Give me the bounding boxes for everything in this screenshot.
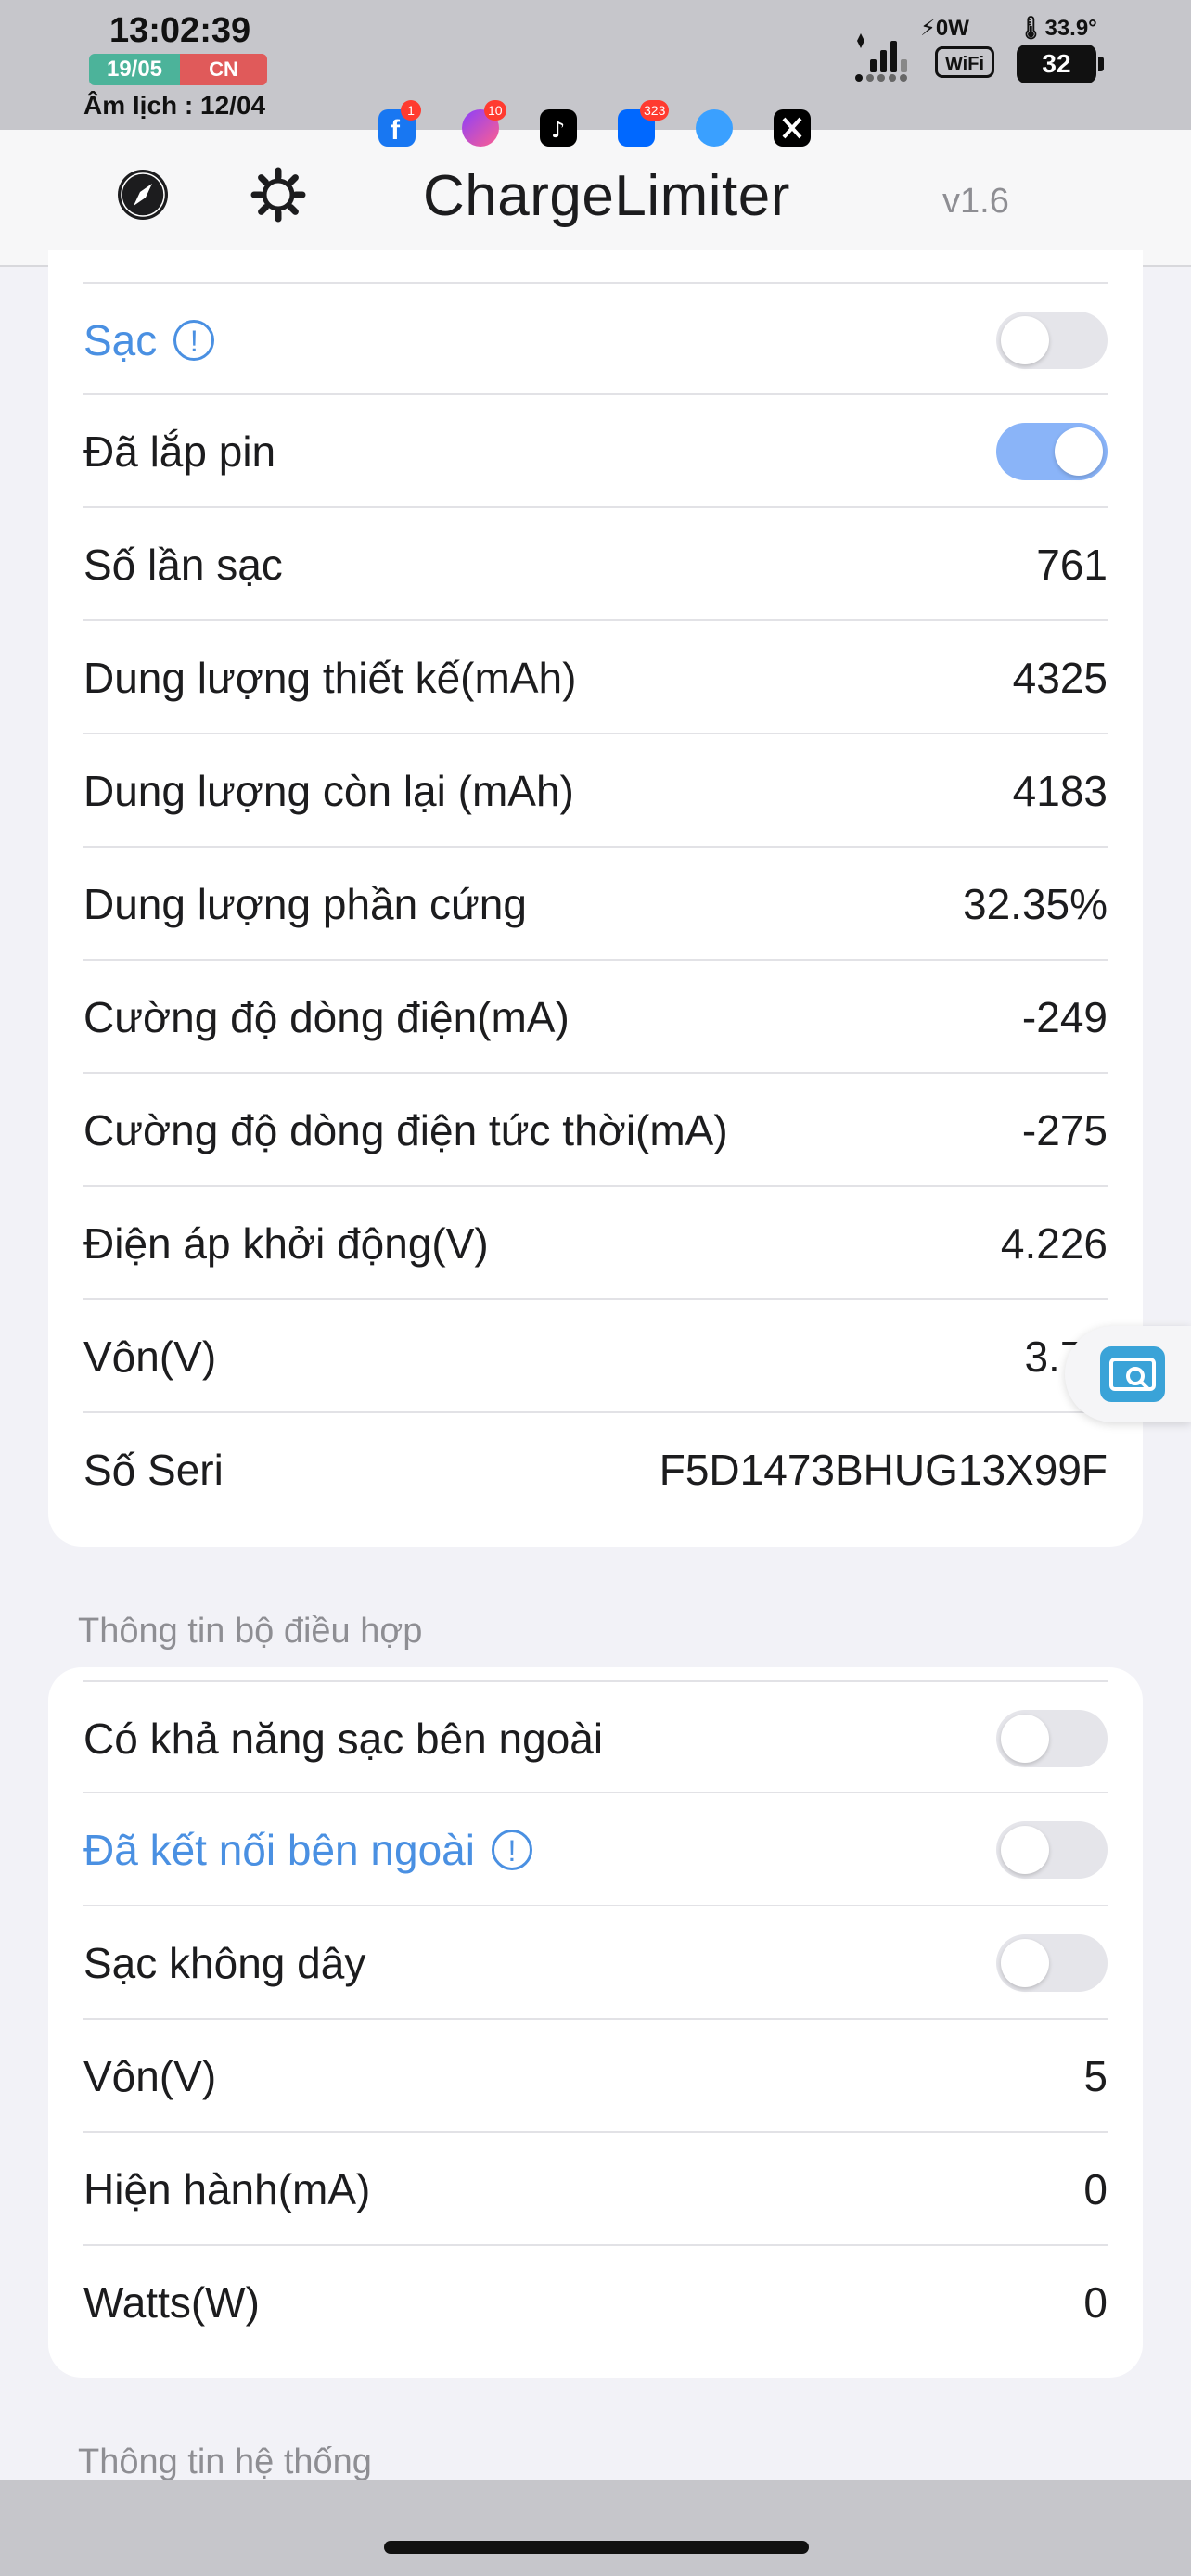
adapter-info-card: Có khả năng sạc bên ngoài Đã kết nối bên… [48,1667,1143,2378]
wireless-charging-toggle[interactable] [996,1934,1108,1992]
battery-tip [1098,57,1104,71]
battery-icon: 32 [1017,45,1096,83]
adapter-watts-label: Watts(W) [83,2278,260,2327]
row-cycle-count: Số lần sạc 761 [83,508,1108,621]
cycle-count-label: Số lần sạc [83,541,283,589]
remaining-capacity-value: 4183 [1012,767,1108,815]
row-hardware-capacity: Dung lượng phần cứng 32.35% [83,848,1108,961]
row-adapter-voltage: Vôn(V) 5 [83,2020,1108,2133]
status-date: 19/05 [89,54,180,85]
hardware-capacity-label: Dung lượng phần cứng [83,880,527,928]
row-adapter-watts: Watts(W) 0 [83,2246,1108,2359]
adapter-watts-value: 0 [1083,2278,1108,2327]
temperature-readout: 🌡33.9° [1017,16,1097,41]
row-wireless-charging: Sạc không dây [83,1906,1108,2020]
info-icon[interactable]: ! [173,319,215,361]
home-indicator[interactable] [384,2541,809,2554]
hardware-capacity-value: 32.35% [962,880,1108,928]
row-external-charge-capable: Có khả năng sạc bên ngoài [83,1680,1108,1793]
status-day: CN [180,54,267,85]
adapter-voltage-label: Vôn(V) [83,2052,217,2100]
adapter-section-header: Thông tin bộ điều hợp [78,1612,423,1651]
charging-label: Sạc! [83,284,215,397]
bottom-bar [0,2480,1191,2576]
row-instant-current: Cường độ dòng điện tức thời(mA) -275 [83,1074,1108,1187]
status-time: 13:02:39 [109,11,251,50]
status-lunar-date: Âm lịch : 12/04 [83,91,266,120]
boot-voltage-label: Điện áp khởi động(V) [83,1219,489,1268]
info-icon[interactable]: ! [491,1829,532,1870]
row-external-connected: Đã kết nối bên ngoài! [83,1793,1108,1906]
current-label: Cường độ dòng điện(mA) [83,993,570,1041]
messenger-badge: 10 [484,100,506,121]
adapter-current-value: 0 [1083,2165,1108,2213]
zalo-icon[interactable]: 323 [618,100,670,147]
serial-label: Số Seri [83,1446,224,1494]
cycle-count-value: 761 [1036,541,1108,589]
row-adapter-current: Hiện hành(mA) 0 [83,2133,1108,2246]
adapter-current-label: Hiện hành(mA) [83,2165,371,2213]
screenshot-icon [1100,1346,1165,1402]
instant-current-label: Cường độ dòng điện tức thời(mA) [83,1106,728,1154]
wireless-charging-label: Sạc không dây [83,1939,366,1987]
adapter-voltage-value: 5 [1083,2052,1108,2100]
remaining-capacity-label: Dung lượng còn lại (mAh) [83,767,574,815]
compass-icon[interactable] [115,167,171,223]
battery-installed-toggle[interactable] [996,423,1108,480]
row-remaining-capacity: Dung lượng còn lại (mAh) 4183 [83,734,1108,848]
row-current: Cường độ dòng điện(mA) -249 [83,961,1108,1074]
serial-value: F5D1473BHUG13X99F [659,1446,1108,1494]
boot-voltage-value: 4.226 [1000,1219,1108,1268]
tiktok-icon[interactable]: ♪ [540,109,577,147]
row-serial: Số Seri F5D1473BHUG13X99F [83,1413,1108,1526]
voltage-label: Vôn(V) [83,1333,217,1381]
instant-current-value: -275 [1021,1106,1108,1154]
svg-text:♪: ♪ [551,117,565,143]
svg-text:f: f [391,115,401,146]
app-title: ChargeLimiter [423,164,790,228]
charging-toggle[interactable] [996,312,1108,369]
zalo-badge: 323 [640,100,670,121]
row-boot-voltage: Điện áp khởi động(V) 4.226 [83,1187,1108,1300]
floating-screenshot-button[interactable] [1065,1326,1191,1422]
messenger-icon[interactable]: 10 [462,100,506,147]
safari-icon[interactable] [696,109,733,147]
external-connected-label: Đã kết nối bên ngoài! [83,1793,532,1906]
external-charge-capable-label: Có khả năng sạc bên ngoài [83,1715,604,1763]
facebook-badge: 1 [401,100,421,121]
cellular-signal-icon [855,33,907,82]
app-version: v1.6 [942,182,1009,221]
external-charge-capable-toggle[interactable] [996,1710,1108,1767]
row-charging: Sạc! [83,282,1108,395]
facebook-icon[interactable]: f 1 [378,100,421,147]
row-design-capacity: Dung lượng thiết kế(mAh) 4325 [83,621,1108,734]
system-section-header: Thông tin hệ thống [78,2442,372,2481]
design-capacity-label: Dung lượng thiết kế(mAh) [83,654,577,702]
power-readout: ⚡0W [920,16,969,41]
notification-app-icons: f 1 10 ♪ 323 [378,100,824,156]
x-icon[interactable] [774,109,811,147]
battery-installed-label: Đã lắp pin [83,427,276,476]
gear-icon[interactable] [250,167,306,223]
external-connected-toggle[interactable] [996,1821,1108,1879]
current-value: -249 [1021,993,1108,1041]
row-voltage: Vôn(V) 3.77 [83,1300,1108,1413]
design-capacity-value: 4325 [1012,654,1108,702]
battery-info-card: Sạc! Đã lắp pin Số lần sạc 761 Dung lượn… [48,250,1143,1547]
row-battery-installed: Đã lắp pin [83,395,1108,508]
wifi-icon: WiFi [935,46,994,78]
